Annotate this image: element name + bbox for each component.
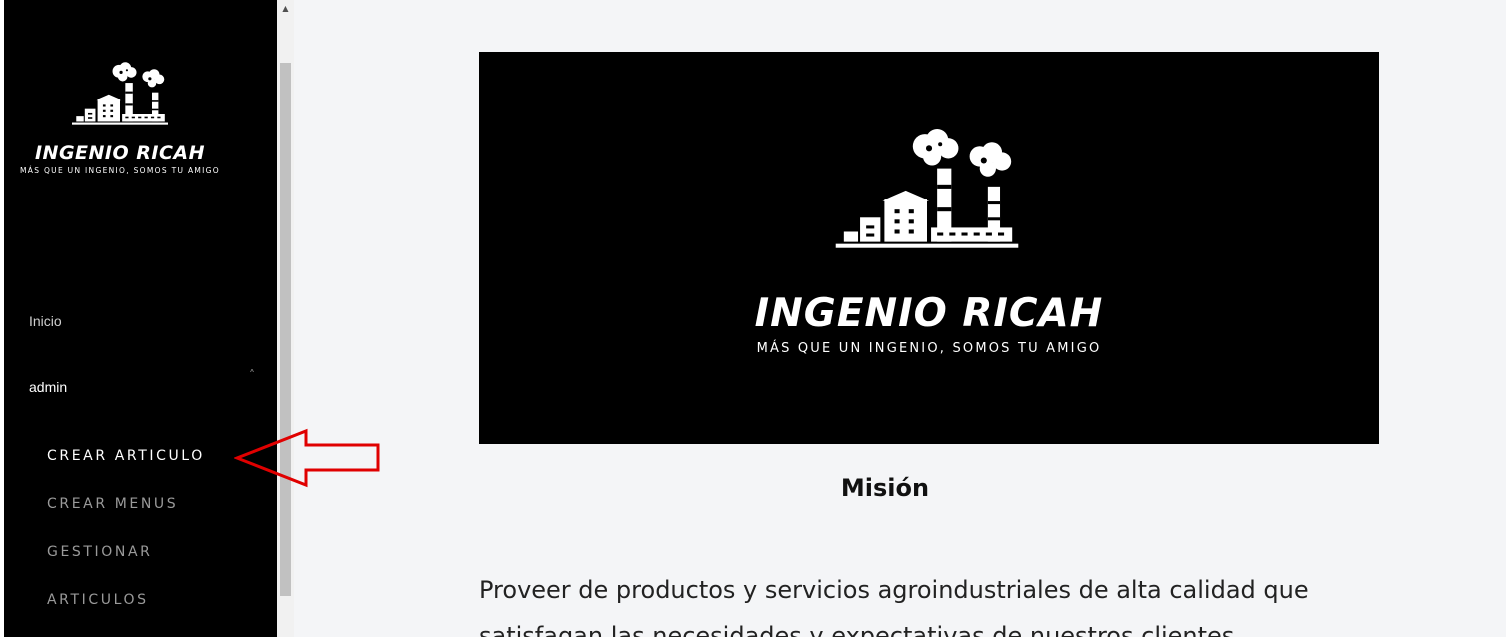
nav-item-admin[interactable]: admin [29, 379, 67, 395]
page: INGENIO RICAH MÁS QUE UN INGENIO, SOMOS … [0, 0, 1506, 637]
hero-banner: INGENIO RICAH MÁS QUE UN INGENIO, SOMOS … [479, 52, 1379, 444]
submenu-item-gestionar[interactable]: GESTIONAR [47, 544, 152, 560]
sidebar: INGENIO RICAH MÁS QUE UN INGENIO, SOMOS … [4, 0, 277, 637]
factory-logo-icon [835, 129, 1019, 248]
submenu-item-crear-articulo[interactable]: CREAR ARTICULO [47, 448, 205, 464]
sidebar-brand-tagline: MÁS QUE UN INGENIO, SOMOS TU AMIGO [20, 166, 220, 175]
scrollbar-thumb[interactable] [280, 63, 291, 596]
section-heading-mision: Misión [840, 474, 930, 502]
hero-brand-name: INGENIO RICAH [754, 291, 1104, 336]
chevron-up-icon[interactable]: ˄ [249, 368, 255, 382]
hero-brand-tagline: MÁS QUE UN INGENIO, SOMOS TU AMIGO [756, 341, 1102, 356]
factory-logo-icon [72, 62, 168, 125]
nav-item-inicio[interactable]: Inicio [29, 313, 62, 329]
sidebar-scrollbar[interactable]: ▲ [277, 0, 294, 637]
submenu-item-crear-menus[interactable]: CREAR MENUS [47, 496, 178, 512]
scroll-up-arrow-icon[interactable]: ▲ [277, 0, 294, 17]
sidebar-logo[interactable]: INGENIO RICAH MÁS QUE UN INGENIO, SOMOS … [4, 60, 236, 175]
annotation-arrow-icon [234, 428, 380, 488]
submenu-item-articulos[interactable]: ARTICULOS [47, 592, 149, 608]
mision-paragraph: Proveer de productos y servicios agroind… [479, 576, 1309, 637]
sidebar-brand-name: INGENIO RICAH [34, 142, 206, 164]
